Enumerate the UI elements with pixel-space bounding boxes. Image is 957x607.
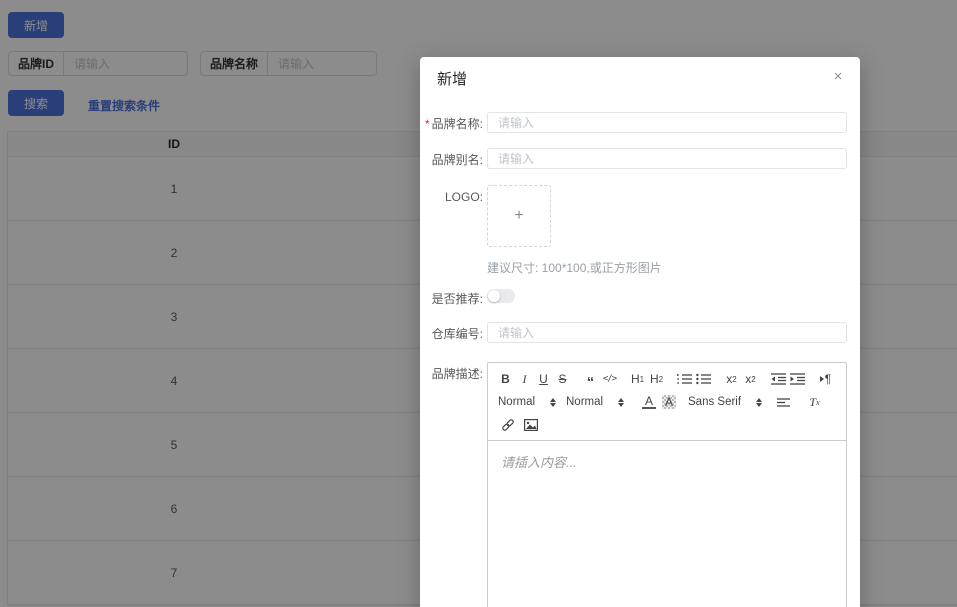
size-value: Normal <box>498 396 536 408</box>
toolbar-row-3 <box>496 415 838 435</box>
superscript-button[interactable]: x2 <box>741 370 760 388</box>
chevron-updown-icon <box>618 397 624 407</box>
h-glyph: H <box>630 372 640 386</box>
label-text: 品牌名称: <box>431 117 483 131</box>
sup-digit: 2 <box>751 374 756 384</box>
sub-digit: 2 <box>732 374 737 384</box>
header-value: Normal <box>566 396 604 408</box>
logo-size-hint: 建议尺寸: 100*100,或正方形图片 <box>487 261 662 275</box>
toggle-knob <box>488 290 500 302</box>
direction-arrow <box>819 376 824 382</box>
brand-name-field-label: * 品牌名称: <box>420 115 483 132</box>
blockquote-button[interactable]: “ <box>581 370 600 390</box>
logo-field-label: LOGO: <box>444 190 483 204</box>
h2-digit: 2 <box>658 374 664 384</box>
recommended-field-label: 是否推荐: <box>431 292 483 306</box>
toolbar-row-1: B I U S “ </> H1 H2 x 2 x 2 ¶ <box>496 369 838 390</box>
text-direction-button[interactable]: ¶ <box>816 370 835 388</box>
link-icon[interactable] <box>498 416 517 434</box>
image-icon[interactable] <box>521 416 540 434</box>
text-color-button[interactable]: A <box>642 394 656 409</box>
background-color-button[interactable]: A <box>662 395 676 409</box>
h-glyph: H <box>649 372 659 386</box>
strikethrough-button[interactable]: S <box>553 370 572 388</box>
modal-title: 新增 <box>437 71 468 88</box>
pilcrow-glyph: ¶ <box>824 372 832 386</box>
brand-name-field[interactable] <box>487 112 847 133</box>
brand-alias-field[interactable] <box>487 148 847 169</box>
font-value: Sans Serif <box>688 396 742 408</box>
rich-text-editor: B I U S “ </> H1 H2 x 2 x 2 ¶ Normal Nor… <box>487 362 847 607</box>
editor-toolbar: B I U S “ </> H1 H2 x 2 x 2 ¶ Normal Nor… <box>488 363 846 441</box>
required-mark: * <box>424 117 430 131</box>
outdent-icon[interactable] <box>769 370 788 388</box>
warehouse-field-label: 仓库编号: <box>431 327 483 341</box>
bold-button[interactable]: B <box>496 370 515 388</box>
close-icon[interactable]: × <box>828 67 848 87</box>
x-glyph: x <box>816 397 820 407</box>
logo-upload-box[interactable]: + <box>487 185 551 247</box>
brand-alias-field-label: 品牌别名: <box>431 153 483 167</box>
editor-placeholder: 请插入内容... <box>501 455 577 470</box>
toolbar-row-2: Normal Normal A A Sans Serif T x <box>496 392 838 412</box>
add-brand-modal: 新增 × *品牌名称: 品牌别名: LOGO: + 建议尺寸: 100*100,… <box>420 57 860 607</box>
plus-icon: + <box>514 207 524 224</box>
code-block-button[interactable]: </> <box>600 370 619 388</box>
italic-button[interactable]: I <box>515 370 534 388</box>
header-2-button[interactable]: H2 <box>647 370 666 388</box>
ordered-list-icon[interactable] <box>675 370 694 388</box>
indent-icon[interactable] <box>788 370 807 388</box>
screen: 新增 品牌ID 品牌名称 搜索 重置搜索条件 ID 1 2 3 <box>0 0 957 607</box>
align-icon[interactable] <box>774 393 793 411</box>
bullet-list-icon[interactable] <box>694 370 713 388</box>
h1-digit: 1 <box>639 374 645 384</box>
header-dropdown[interactable]: Normal <box>566 393 624 411</box>
size-dropdown[interactable]: Normal <box>498 393 556 411</box>
recommended-toggle[interactable] <box>487 289 515 303</box>
description-field-label: 品牌描述: <box>431 367 483 381</box>
font-dropdown[interactable]: Sans Serif <box>688 393 762 411</box>
header-1-button[interactable]: H1 <box>628 370 647 388</box>
chevron-updown-icon <box>550 397 556 407</box>
underline-button[interactable]: U <box>534 370 553 388</box>
subscript-button[interactable]: x2 <box>722 370 741 388</box>
warehouse-field[interactable] <box>487 322 847 343</box>
editor-content-area[interactable]: 请插入内容... <box>488 441 846 607</box>
clear-format-button[interactable]: Tx <box>805 393 824 411</box>
chevron-updown-icon <box>756 397 762 407</box>
